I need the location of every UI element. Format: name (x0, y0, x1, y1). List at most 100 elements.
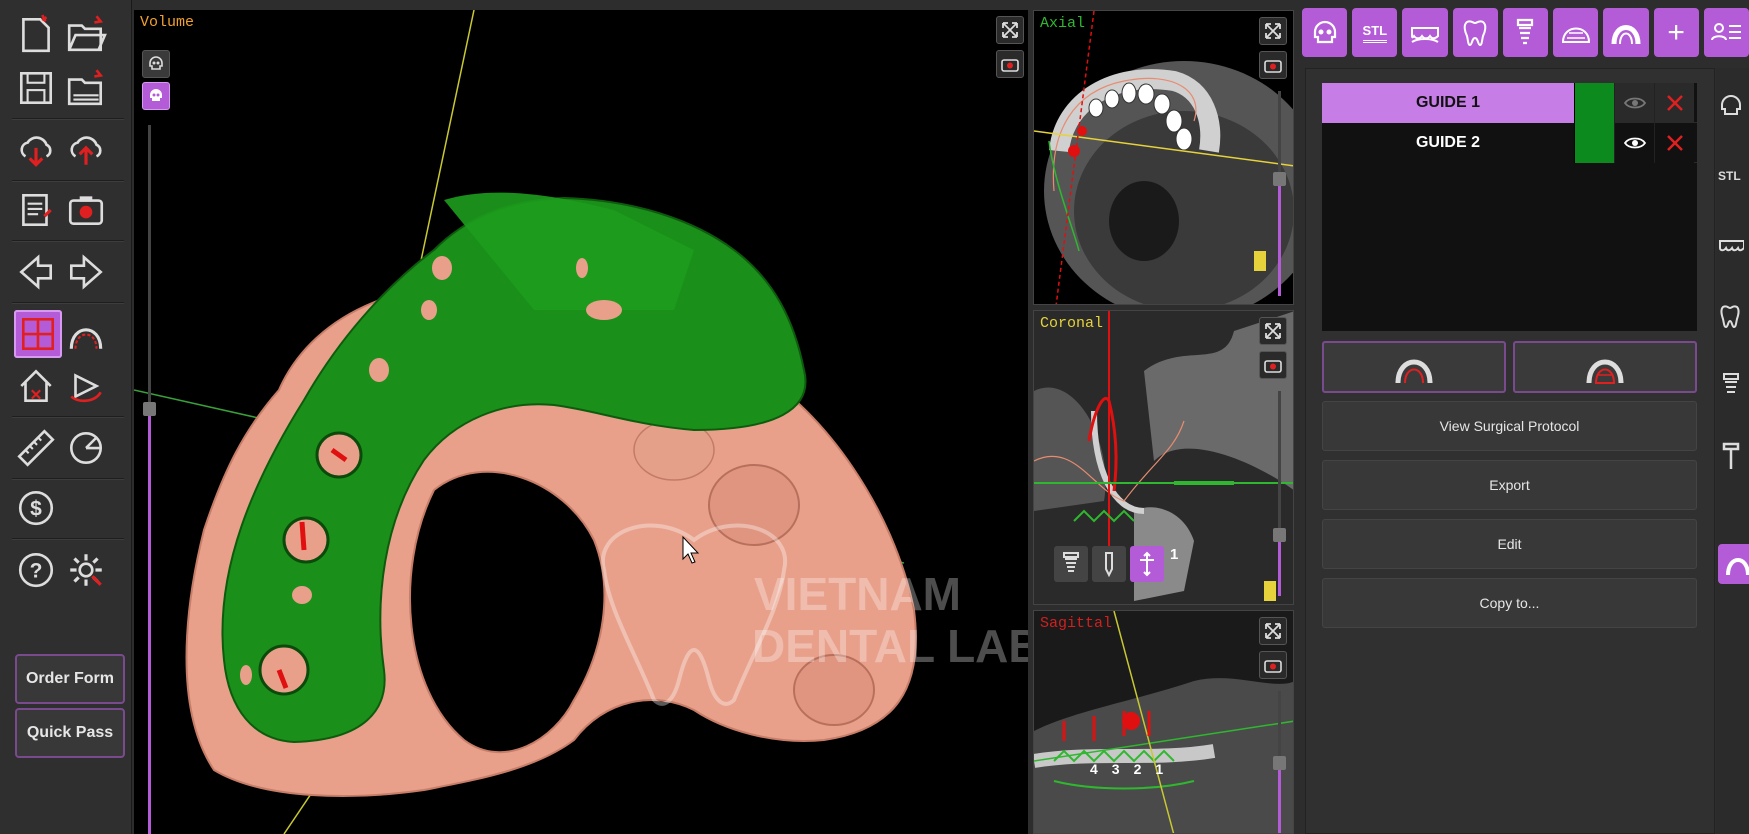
coronal-viewport[interactable]: Coronal 1 (1033, 310, 1294, 605)
axial-viewport[interactable]: Axial (1033, 10, 1294, 305)
arrow-left-icon[interactable] (12, 248, 60, 296)
tooth-number: 1 (1155, 761, 1164, 777)
view-surgical-protocol-button[interactable]: View Surgical Protocol (1322, 401, 1697, 451)
guide-row[interactable]: GUIDE 2 (1322, 122, 1697, 163)
view-label-axial: Axial (1040, 15, 1086, 32)
delete-icon[interactable] (1654, 122, 1694, 163)
drill-icon[interactable] (1092, 546, 1126, 582)
cloud-upload-icon[interactable] (62, 126, 110, 174)
skull-filled-icon[interactable] (142, 82, 170, 110)
arch-guide-icon (1395, 359, 1433, 384)
guide-name[interactable]: GUIDE 1 (1322, 82, 1574, 123)
stl-label: STL (1362, 23, 1388, 43)
dollar-icon[interactable]: $ (12, 484, 60, 532)
protractor-icon[interactable] (62, 424, 110, 472)
arch-dome-icon[interactable] (1553, 8, 1599, 57)
implant-marker (299, 521, 307, 551)
patient-list-icon[interactable] (1703, 8, 1749, 57)
coronal-slider[interactable] (1273, 391, 1286, 596)
guide-arch-icon[interactable] (1603, 8, 1649, 57)
guide-color-swatch[interactable] (1574, 82, 1614, 123)
stl-icon[interactable]: STL (1718, 148, 1749, 204)
skull-icon[interactable] (1302, 8, 1348, 57)
sagittal-slider[interactable] (1273, 691, 1286, 833)
plus-label: + (1667, 15, 1685, 49)
quick-pass-button[interactable]: Quick Pass (15, 708, 125, 758)
screenshot-icon[interactable] (62, 186, 110, 234)
arch-curve-icon[interactable] (62, 310, 110, 358)
ruler-icon[interactable] (12, 424, 60, 472)
rotate-view-icon[interactable] (62, 362, 110, 410)
copy-to-button[interactable]: Copy to... (1322, 578, 1697, 628)
cloud-download-icon[interactable] (12, 126, 60, 174)
stl-label: STL (1718, 169, 1741, 183)
sagittal-slider-thumb[interactable] (1273, 756, 1286, 770)
save-icon[interactable] (12, 64, 60, 112)
tooth-number: 4 (1090, 761, 1098, 777)
svg-text:?: ? (30, 559, 43, 582)
plus-icon[interactable]: + (1653, 8, 1699, 57)
help-icon[interactable]: ? (12, 546, 60, 594)
camera-icon[interactable] (996, 50, 1024, 78)
settings-icon[interactable] (62, 546, 110, 594)
right-strip: STL (1716, 68, 1749, 834)
teeth-row-icon[interactable] (1402, 8, 1448, 57)
guide-row[interactable]: GUIDE 1 (1322, 82, 1697, 123)
implant-icon[interactable] (1502, 8, 1549, 57)
view-label-coronal: Coronal (1040, 315, 1104, 332)
open-folder-icon[interactable] (62, 10, 110, 58)
open-recent-icon[interactable] (62, 64, 110, 112)
volume-viewport[interactable]: VIETNAM DENTAL LAB Volume (134, 10, 1028, 834)
implant-icon[interactable] (1718, 358, 1749, 414)
skull-icon[interactable] (1718, 78, 1749, 134)
export-button[interactable]: Export (1322, 460, 1697, 510)
volume-slider-fill (148, 409, 151, 834)
guide-name[interactable]: GUIDE 2 (1322, 122, 1574, 163)
eye-icon[interactable] (1614, 82, 1654, 123)
guide-color-swatch[interactable] (1574, 122, 1614, 163)
move-implant-icon[interactable] (1130, 546, 1164, 582)
eye-icon[interactable] (1614, 122, 1654, 163)
delete-icon[interactable] (1654, 82, 1694, 123)
coronal-slider-thumb[interactable] (1273, 527, 1286, 542)
volume-slider-thumb[interactable] (143, 402, 156, 416)
pin-icon[interactable] (1718, 428, 1749, 484)
maximize-icon[interactable] (1259, 317, 1287, 345)
guide-window (369, 358, 389, 382)
tooth-icon[interactable] (1452, 8, 1498, 57)
guide-list: GUIDE 1 GUIDE 2 (1322, 82, 1697, 331)
camera-icon[interactable] (1259, 351, 1287, 379)
volume-slider[interactable] (143, 125, 156, 834)
axial-slider-fill (1278, 179, 1281, 296)
guide-arch-icon[interactable] (1718, 544, 1749, 584)
camera-icon[interactable] (1259, 51, 1287, 79)
axial-slider-thumb[interactable] (1273, 172, 1286, 187)
app-window: $ ? Order Form Quick Pass VIETNAM DENTAL… (0, 0, 1749, 834)
stl-icon[interactable]: STL (1352, 8, 1398, 57)
3d-scene[interactable]: VIETNAM DENTAL LAB (134, 10, 1028, 834)
axial-slider[interactable] (1273, 91, 1286, 296)
arrow-right-icon[interactable] (62, 248, 110, 296)
report-icon[interactable] (12, 186, 60, 234)
full-arch-guide-button[interactable] (1513, 341, 1697, 393)
skull-icon[interactable] (142, 50, 170, 78)
home-view-icon[interactable] (12, 362, 60, 410)
tooth-icon[interactable] (1718, 288, 1749, 344)
watermark-line-2: DENTAL LAB (752, 620, 1028, 672)
order-form-button[interactable]: Order Form (15, 654, 125, 704)
guide-window (432, 256, 452, 280)
maximize-icon[interactable] (1259, 617, 1287, 645)
maximize-icon[interactable] (996, 16, 1024, 44)
implant-icon[interactable] (1054, 546, 1088, 582)
layout-quad-icon[interactable] (14, 310, 62, 358)
guide-window (576, 258, 588, 278)
upper-arch-guide-button[interactable] (1322, 341, 1506, 393)
new-file-icon[interactable] (12, 10, 60, 58)
edit-button[interactable]: Edit (1322, 519, 1697, 569)
view-label-volume: Volume (140, 14, 195, 31)
tooth-number: 2 (1133, 761, 1142, 777)
camera-icon[interactable] (1259, 651, 1287, 679)
sagittal-viewport[interactable]: Sagittal 4 3 2 1 (1033, 610, 1294, 834)
maximize-icon[interactable] (1259, 17, 1287, 45)
teeth-row-icon[interactable] (1718, 218, 1749, 274)
